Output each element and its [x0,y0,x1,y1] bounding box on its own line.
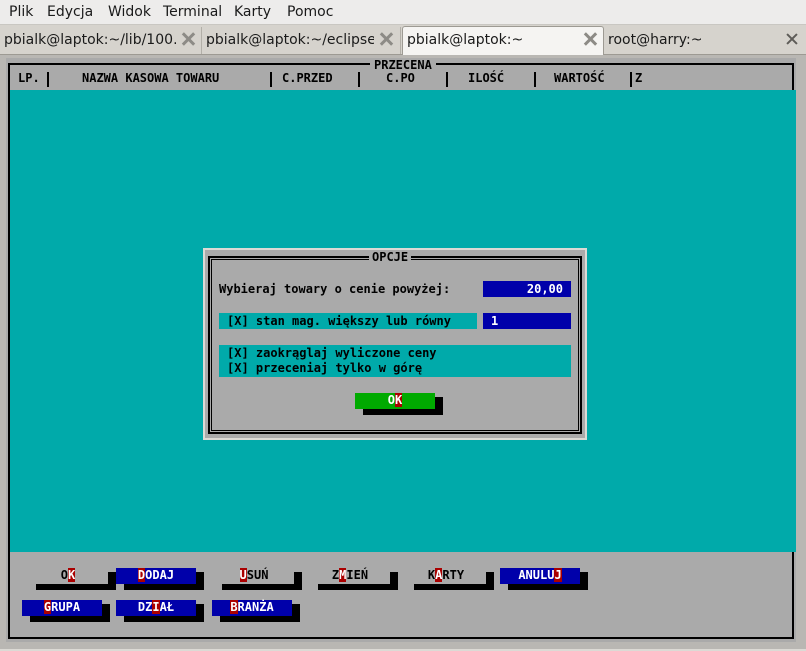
button-shadow [196,604,204,620]
button-label-part: B [230,600,238,614]
close-icon[interactable] [583,32,597,46]
button-shadow [508,584,588,590]
button-shadow [486,572,494,588]
up-only-checkbox[interactable]: [X] przeceniaj tylko w górę [227,361,422,375]
button-zmień[interactable]: ZMIEŃ [310,568,390,584]
button-label-part: DZ [137,600,153,614]
tab-label: pbialk@laptok:~/eclipse [206,32,374,48]
menu-terminal[interactable]: Terminal [163,4,222,20]
button-shadow [102,604,110,620]
menu-pomoc[interactable]: Pomoc [287,4,333,20]
button-shadow [363,409,443,415]
terminal-view[interactable]: PRZECENA LP. NAZWA KASOWA TOWARU C.PRZED… [0,55,806,649]
button-label-part: SUŃ [246,568,269,582]
col-nazwa: NAZWA KASOWA TOWARU [82,71,220,85]
menu-bar: Plik Edycja Widok Terminal Karty Pomoc [0,0,806,25]
ok-hotkey: K [395,393,403,407]
column-header: LP. NAZWA KASOWA TOWARU C.PRZED C.PO ILO… [10,71,796,89]
button-shadow [220,616,300,622]
dialog-title: OPCJE [369,250,412,264]
button-dodaj[interactable]: DODAJ [116,568,196,584]
button-shadow [196,572,204,588]
button-anuluj[interactable]: ANULUJ [500,568,580,584]
tab-harry[interactable]: root@harry:~ [604,27,806,54]
close-icon[interactable] [786,33,798,45]
frame-border [208,432,582,434]
dialog-ok-button[interactable]: OK [355,393,435,409]
button-label-part: J [554,568,562,582]
button-label-part: K [68,568,76,582]
screen-title: PRZECENA [370,58,436,72]
button-shadow [108,572,116,588]
price-field[interactable]: 20,00 [483,281,571,297]
col-wartosc: WARTOŚĆ [554,71,605,85]
button-shadow [435,397,443,415]
frame-border [208,256,210,434]
col-separator [446,72,448,87]
options-group: [X] zaokrąglaj wyliczone ceny [X] przece… [219,345,571,377]
frame-border [8,637,794,639]
stock-field[interactable]: 1 [483,313,571,329]
button-grupa[interactable]: GRUPA [22,600,102,616]
button-shadow [292,604,300,620]
price-label: Wybieraj towary o cenie powyżej: [219,282,451,296]
button-label-part: O [60,568,68,582]
button-label-part: ODAJ [145,568,175,582]
button-shadow [124,616,204,622]
tab-eclipse[interactable]: pbialk@laptok:~/eclipse [202,27,401,54]
ok-label-pre: O [387,393,395,407]
col-separator [270,72,272,87]
button-label-part: RTY [442,568,465,582]
frame-border [578,259,579,431]
button-dział[interactable]: DZIAŁ [116,600,196,616]
button-label-part: RANŻA [237,600,274,614]
stock-checkbox[interactable]: [X] stan mag. większy lub równy [219,313,477,329]
frame-border [211,259,212,431]
button-shadow [30,616,110,622]
button-shadow [124,584,204,590]
button-ok[interactable]: OK [28,568,108,584]
round-checkbox[interactable]: [X] zaokrąglaj wyliczone ceny [227,346,437,360]
col-cpo: C.PO [386,71,415,85]
tab-label: pbialk@laptok:~/lib/100… [4,32,176,48]
button-branża[interactable]: BRANŻA [212,600,292,616]
button-usuń[interactable]: USUŃ [214,568,294,584]
col-cprzed: C.PRZED [282,71,333,85]
frame-border [211,430,579,431]
tab-label: root@harry:~ [608,32,703,48]
col-z: Z [635,71,643,85]
button-shadow [580,572,588,588]
tab-bar: pbialk@laptok:~/lib/100… pbialk@laptok:~… [0,25,806,55]
menu-edycja[interactable]: Edycja [47,4,93,20]
options-dialog: OPCJE Wybieraj towary o cenie powyżej: 2… [203,248,587,440]
button-karty[interactable]: KARTY [406,568,486,584]
menu-karty[interactable]: Karty [234,4,271,20]
button-label-part: ANULU [518,568,555,582]
button-label-part: U [239,568,247,582]
menu-plik[interactable]: Plik [9,4,33,20]
button-shadow [318,584,398,590]
col-separator [534,72,536,87]
col-separator [47,72,49,87]
close-icon[interactable] [181,32,195,46]
button-label-part: AŁ [159,600,175,614]
close-icon[interactable] [379,32,393,46]
button-shadow [294,572,302,588]
tab-label: pbialk@laptok:~ [407,32,524,48]
menu-widok[interactable]: Widok [108,4,151,20]
button-shadow [414,584,494,590]
button-label-part: I [152,600,160,614]
tab-lib[interactable]: pbialk@laptok:~/lib/100… [0,27,202,54]
col-separator [358,72,360,87]
button-shadow [222,584,302,590]
tab-laptok-home[interactable]: pbialk@laptok:~ [402,26,604,55]
col-separator [630,72,632,87]
col-ilosc: ILOŚĆ [468,71,505,85]
col-lp: LP. [18,71,40,85]
frame-border [580,256,582,434]
button-label-part: IEŃ [346,568,369,582]
button-shadow [36,584,116,590]
button-shadow [390,572,398,588]
button-label-part: RUPA [51,600,81,614]
